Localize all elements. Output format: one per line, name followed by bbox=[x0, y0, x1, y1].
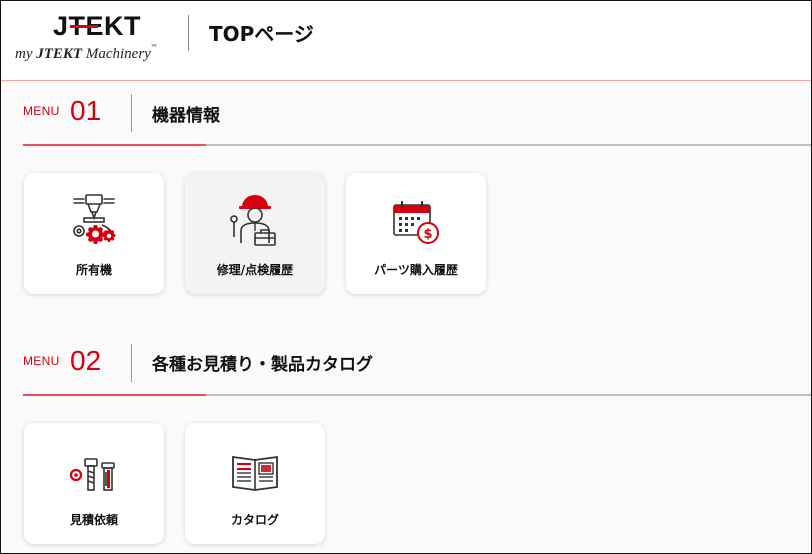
calendar-dollar-icon: $ bbox=[393, 201, 439, 244]
logo-subtitle: my JTEKT Machinery™ bbox=[15, 44, 157, 63]
section-rule-accent bbox=[23, 394, 206, 396]
logo-sub-prefix: my bbox=[15, 46, 37, 62]
logo-sub-suffix: Machinery bbox=[82, 46, 151, 62]
svg-text:$: $ bbox=[423, 227, 432, 242]
menu-label: MENU bbox=[23, 354, 60, 368]
header-divider bbox=[188, 15, 189, 51]
logo-sub-brand: JTEKT bbox=[36, 46, 83, 62]
card-label: 見積依頼 bbox=[69, 513, 118, 527]
section-rule-accent bbox=[23, 144, 206, 146]
card-parts-purchase-history[interactable]: $ パーツ購入履歴 bbox=[346, 173, 486, 294]
card-label: カタログ bbox=[230, 513, 279, 527]
card-label: 所有機 bbox=[75, 263, 112, 277]
section-divider bbox=[131, 94, 132, 132]
logo-red-bar bbox=[70, 25, 98, 28]
machine-gear-icon bbox=[73, 194, 116, 244]
bolts-nut-icon bbox=[69, 458, 115, 491]
page-title: TOPページ bbox=[209, 22, 314, 46]
header: JTEKT my JTEKT Machinery™ TOPページ bbox=[1, 1, 811, 81]
menu-label: MENU bbox=[23, 104, 60, 118]
repair-worker-icon bbox=[230, 195, 276, 246]
card-label: 修理/点検履歴 bbox=[216, 263, 294, 277]
card-repair-history[interactable]: 修理/点検履歴 bbox=[185, 173, 325, 294]
card-catalog[interactable]: カタログ bbox=[185, 423, 325, 544]
card-owned-machines[interactable]: 所有機 bbox=[24, 173, 164, 294]
catalog-book-icon bbox=[232, 455, 278, 491]
section-title: 機器情報 bbox=[152, 106, 220, 126]
app-frame: JTEKT my JTEKT Machinery™ TOPページ MENU 01… bbox=[0, 0, 812, 554]
section-title: 各種お見積り・製品カタログ bbox=[152, 355, 373, 375]
header-bottom-rule bbox=[1, 80, 811, 81]
menu-number: 02 bbox=[70, 345, 102, 376]
card-quote-request[interactable]: 見積依頼 bbox=[24, 423, 164, 544]
menu-number: 01 bbox=[70, 95, 102, 126]
section-divider bbox=[131, 344, 132, 382]
card-label: パーツ購入履歴 bbox=[374, 263, 458, 277]
trademark-mark: ™ bbox=[150, 44, 157, 50]
